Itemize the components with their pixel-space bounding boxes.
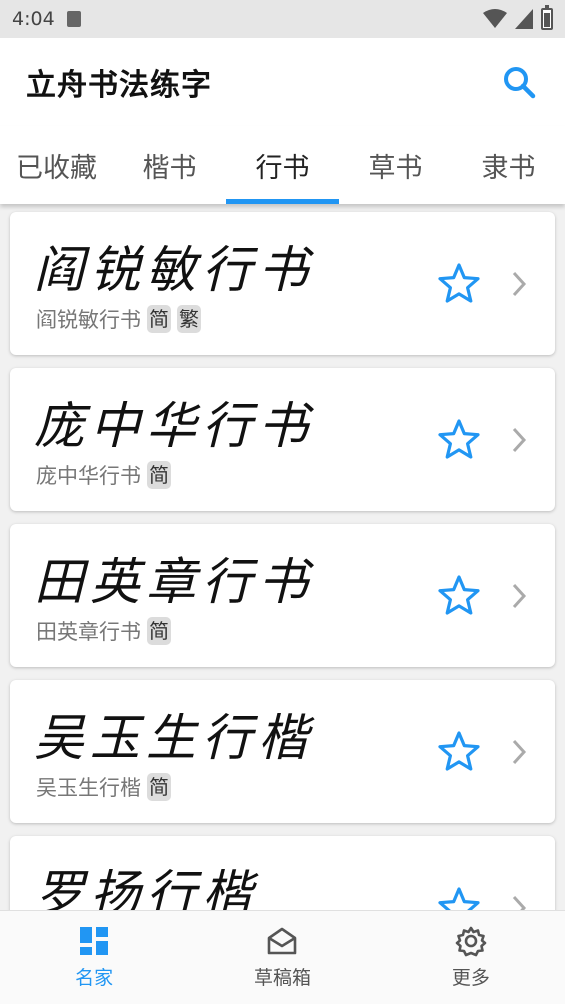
category-tabs: 已收藏 楷书 行书 草书 隶书 — [0, 126, 565, 204]
battery-icon — [541, 5, 553, 30]
font-card[interactable]: 庞中华行书 庞中华行书 简 — [10, 368, 555, 511]
font-card[interactable]: 罗扬行楷 — [10, 836, 555, 910]
font-card[interactable]: 吴玉生行楷 吴玉生行楷 简 — [10, 680, 555, 823]
star-icon[interactable] — [437, 574, 481, 618]
gear-icon — [455, 926, 487, 957]
font-info: 庞中华行书 简 — [36, 460, 171, 490]
font-preview: 阎锐敏行书 — [34, 241, 314, 299]
font-list: 阎锐敏行书 阎锐敏行书 简 繁 庞中华行书 庞中华行书 简 田英章行书 田英章行… — [0, 204, 565, 910]
status-icons — [483, 5, 553, 30]
font-name: 吴玉生行楷 — [36, 776, 141, 800]
traditional-tag: 繁 — [177, 305, 201, 333]
nav-label: 草稿箱 — [253, 967, 311, 989]
font-info: 吴玉生行楷 简 — [36, 772, 171, 802]
sim-card-icon — [66, 11, 81, 27]
chevron-right-icon — [512, 895, 527, 910]
bottom-nav: 名家 草稿箱 更多 — [0, 910, 565, 1004]
star-icon[interactable] — [437, 886, 481, 910]
status-bar: 4:04 — [0, 0, 565, 38]
cell-signal-icon — [515, 9, 533, 29]
star-icon[interactable] — [437, 418, 481, 462]
font-info: 阎锐敏行书 简 繁 — [36, 304, 201, 334]
nav-more[interactable]: 更多 — [377, 911, 565, 1004]
font-name: 庞中华行书 — [36, 464, 141, 488]
app-bar: 立舟书法练字 — [0, 38, 565, 126]
app-title: 立舟书法练字 — [26, 68, 212, 103]
tab-kaishu[interactable]: 楷书 — [113, 126, 226, 204]
font-name: 阎锐敏行书 — [36, 308, 141, 332]
dashboard-icon — [80, 927, 109, 955]
font-preview: 田英章行书 — [34, 553, 314, 611]
tab-favorites[interactable]: 已收藏 — [0, 126, 113, 204]
font-card[interactable]: 阎锐敏行书 阎锐敏行书 简 繁 — [10, 212, 555, 355]
chevron-right-icon — [512, 739, 527, 765]
mail-open-icon — [268, 927, 297, 955]
simplified-tag: 简 — [147, 461, 171, 489]
tab-caoshu[interactable]: 草书 — [339, 126, 452, 204]
chevron-right-icon — [512, 583, 527, 609]
font-preview: 吴玉生行楷 — [34, 709, 314, 767]
nav-label: 更多 — [451, 967, 490, 989]
chevron-right-icon — [512, 427, 527, 453]
tab-xingshu[interactable]: 行书 — [226, 126, 339, 204]
simplified-tag: 简 — [147, 305, 171, 333]
font-name: 田英章行书 — [36, 620, 141, 644]
simplified-tag: 简 — [147, 773, 171, 801]
simplified-tag: 简 — [147, 617, 171, 645]
star-icon[interactable] — [437, 262, 481, 306]
chevron-right-icon — [512, 271, 527, 297]
nav-label: 名家 — [75, 967, 114, 989]
font-card[interactable]: 田英章行书 田英章行书 简 — [10, 524, 555, 667]
search-icon — [504, 67, 536, 99]
nav-masters[interactable]: 名家 — [0, 911, 188, 1004]
font-preview: 庞中华行书 — [34, 397, 314, 455]
tab-lishu[interactable]: 隶书 — [452, 126, 565, 204]
font-preview: 罗扬行楷 — [34, 865, 258, 910]
wifi-icon — [483, 9, 507, 28]
nav-drafts[interactable]: 草稿箱 — [188, 911, 376, 1004]
star-icon[interactable] — [437, 730, 481, 774]
search-button[interactable] — [499, 62, 539, 102]
font-info: 田英章行书 简 — [36, 616, 171, 646]
status-time: 4:04 — [12, 8, 55, 30]
